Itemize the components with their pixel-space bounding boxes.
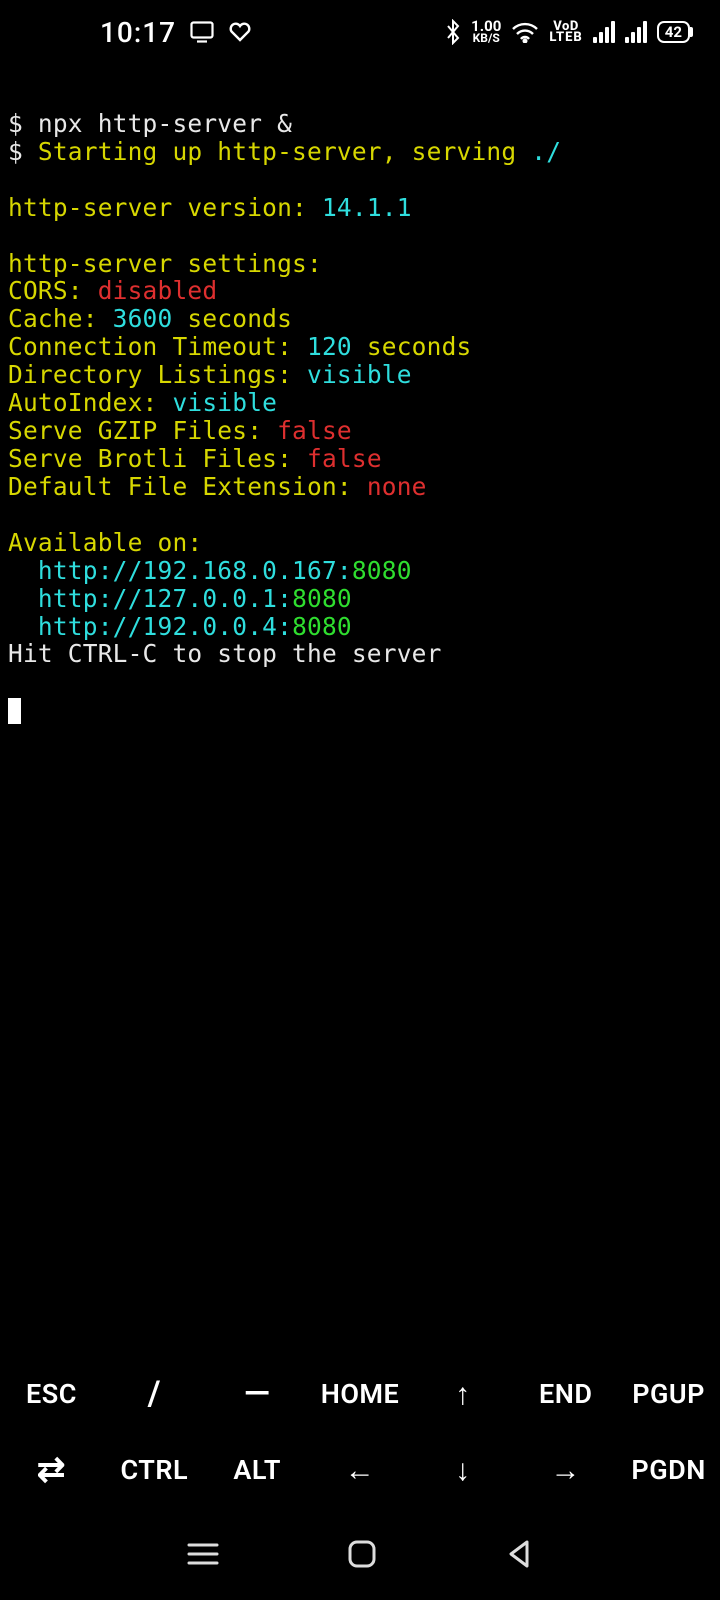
brotli-label: Serve Brotli Files: <box>8 444 307 473</box>
prompt: $ <box>8 137 38 166</box>
key-slash[interactable]: / <box>103 1374 206 1414</box>
key-left[interactable]: ← <box>309 1453 412 1488</box>
ext-value: none <box>367 472 427 501</box>
key-alt[interactable]: ALT <box>206 1454 309 1486</box>
key-esc[interactable]: ESC <box>0 1378 103 1410</box>
url-2: http://127.0.0.1: <box>8 584 292 613</box>
key-pgdn[interactable]: PGDN <box>617 1454 720 1486</box>
cors-value: disabled <box>98 276 218 305</box>
nav-recent-icon[interactable] <box>185 1540 221 1568</box>
serve-path: ./ <box>531 137 561 166</box>
status-right: 1.00 KB/S VoD LTEB 42 <box>445 19 690 45</box>
key-up[interactable]: ↑ <box>411 1377 514 1412</box>
key-down[interactable]: ↓ <box>411 1453 514 1488</box>
heart-icon <box>228 21 252 43</box>
gzip-label: Serve GZIP Files: <box>8 416 277 445</box>
url-3-port: 8080 <box>292 612 352 641</box>
url-1: http://192.168.0.167: <box>8 556 352 585</box>
key-row-2: ⇄ CTRL ALT ← ↓ → PGDN <box>0 1432 720 1508</box>
conn-unit: seconds <box>367 332 472 361</box>
cast-icon <box>190 21 214 43</box>
gzip-value: false <box>277 416 352 445</box>
nav-home-icon[interactable] <box>346 1538 378 1570</box>
stop-hint: Hit CTRL-C to stop the server <box>8 639 442 668</box>
cache-label: Cache: <box>8 304 113 333</box>
cache-unit: seconds <box>187 304 292 333</box>
key-home[interactable]: HOME <box>309 1378 412 1410</box>
terminal-output[interactable]: $ npx http-server & $ Starting up http-s… <box>0 64 720 724</box>
available-header: Available on: <box>8 528 202 557</box>
version-label: http-server version: <box>8 193 322 222</box>
key-ctrl[interactable]: CTRL <box>103 1454 206 1486</box>
url-3: http://192.0.0.4: <box>8 612 292 641</box>
network-speed: 1.00 KB/S <box>471 20 501 44</box>
key-right[interactable]: → <box>514 1453 617 1488</box>
conn-value: 120 <box>307 332 367 361</box>
prompt: $ <box>8 109 38 138</box>
terminal-key-row: ESC / ― HOME ↑ END PGUP ⇄ CTRL ALT ← ↓ →… <box>0 1356 720 1508</box>
status-left: 10:17 <box>100 16 252 49</box>
cmd-text: npx http-server & <box>38 109 292 138</box>
version-value: 14.1.1 <box>322 193 412 222</box>
bluetooth-icon <box>445 19 461 45</box>
key-tab[interactable]: ⇄ <box>0 1450 103 1490</box>
url-1-port: 8080 <box>352 556 412 585</box>
start-msg: Starting up http-server, serving <box>38 137 531 166</box>
battery-icon: 42 <box>657 21 690 44</box>
dir-value: visible <box>307 360 412 389</box>
auto-label: AutoIndex: <box>8 388 172 417</box>
status-bar: 10:17 1.00 KB/S <box>0 0 720 64</box>
dir-label: Directory Listings: <box>8 360 307 389</box>
key-pgup[interactable]: PGUP <box>617 1378 720 1410</box>
terminal-cursor <box>8 698 21 724</box>
signal-icon-2 <box>625 21 647 43</box>
status-clock: 10:17 <box>100 16 176 49</box>
key-dash[interactable]: ― <box>206 1374 309 1414</box>
brotli-value: false <box>307 444 382 473</box>
signal-icon-1 <box>593 21 615 43</box>
key-row-1: ESC / ― HOME ↑ END PGUP <box>0 1356 720 1432</box>
auto-value: visible <box>172 388 277 417</box>
volte-icon: VoD LTEB <box>549 21 582 43</box>
cache-value: 3600 <box>113 304 188 333</box>
key-end[interactable]: END <box>514 1378 617 1410</box>
settings-header: http-server settings: <box>8 249 337 278</box>
android-nav-bar <box>0 1508 720 1600</box>
nav-back-icon[interactable] <box>503 1538 535 1570</box>
cors-label: CORS: <box>8 276 98 305</box>
conn-label: Connection Timeout: <box>8 332 307 361</box>
wifi-icon <box>511 21 539 43</box>
ext-label: Default File Extension: <box>8 472 367 501</box>
url-2-port: 8080 <box>292 584 352 613</box>
